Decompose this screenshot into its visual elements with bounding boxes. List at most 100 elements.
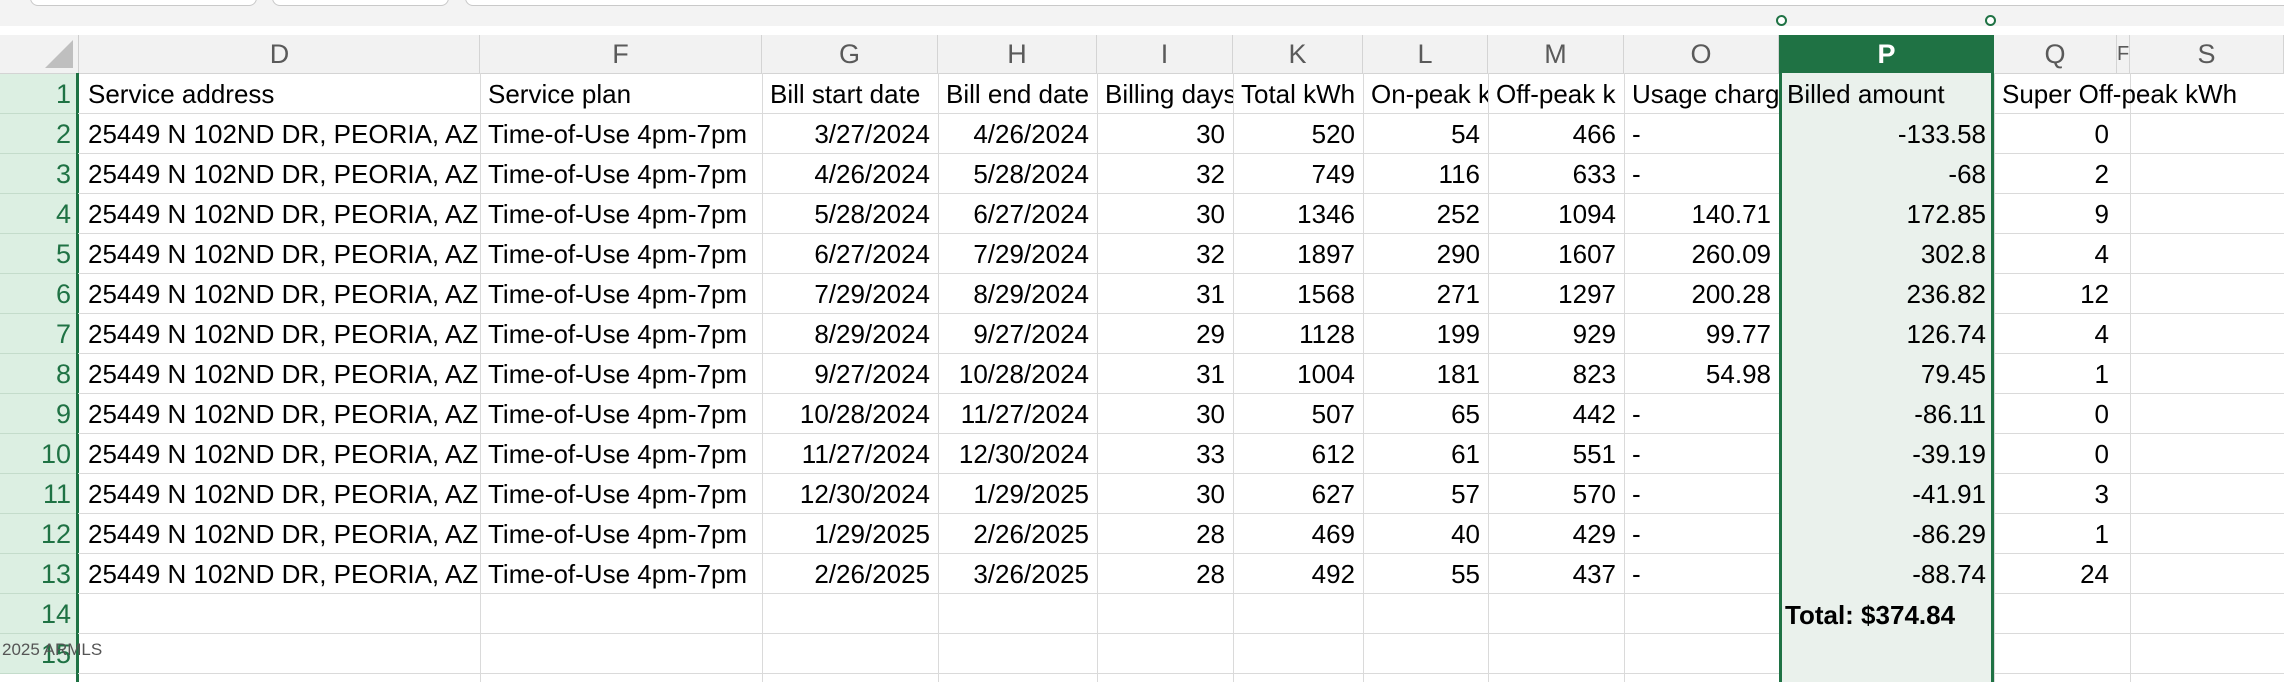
cell-billing-days[interactable]: 28 <box>1097 554 1233 594</box>
column-header-f[interactable]: F <box>2117 35 2130 73</box>
cell-service-address[interactable]: 25449 N 102ND DR, PEORIA, AZ, <box>80 154 480 194</box>
cell-bill-start-date[interactable]: 11/27/2024 <box>762 434 938 474</box>
row-header-1[interactable]: 1 <box>0 74 78 114</box>
cell-on-peak-kwh[interactable]: 54 <box>1363 114 1488 154</box>
cell-bill-start-date[interactable]: 12/30/2024 <box>762 474 938 514</box>
cell-on-peak-kwh[interactable]: 290 <box>1363 234 1488 274</box>
cell-off-peak-kwh[interactable]: 570 <box>1488 474 1624 514</box>
cell-bill-start-date[interactable]: 5/28/2024 <box>762 194 938 234</box>
cell-off-peak-kwh[interactable]: 1297 <box>1488 274 1624 314</box>
cell-bill-start-date[interactable]: 8/29/2024 <box>762 314 938 354</box>
cell-service-plan[interactable]: Time-of-Use 4pm-7pm <box>480 114 762 154</box>
cell-service-plan[interactable]: Time-of-Use 4pm-7pm <box>480 194 762 234</box>
column-header-d[interactable]: D <box>80 35 480 73</box>
column-header-h[interactable]: H <box>938 35 1097 73</box>
header-cell-bill-start-date[interactable]: Bill start date <box>762 74 938 114</box>
column-header-k[interactable]: K <box>1233 35 1363 73</box>
cell-super-off-peak-kwh[interactable]: 0 <box>1994 114 2117 154</box>
cell-service-address[interactable]: 25449 N 102ND DR, PEORIA, AZ, <box>80 314 480 354</box>
cell-billing-days[interactable]: 32 <box>1097 154 1233 194</box>
cell-billing-days[interactable]: 32 <box>1097 234 1233 274</box>
header-cell-bill-end-date[interactable]: Bill end date <box>938 74 1097 114</box>
row-header-13[interactable]: 13 <box>0 554 78 594</box>
column-header-q[interactable]: Q <box>1994 35 2117 73</box>
cell-billing-days[interactable]: 29 <box>1097 314 1233 354</box>
cell-service-address[interactable]: 25449 N 102ND DR, PEORIA, AZ, <box>80 114 480 154</box>
cell-bill-end-date[interactable]: 4/26/2024 <box>938 114 1097 154</box>
column-header-f[interactable]: F <box>480 35 762 73</box>
cell-billed-amount[interactable]: -133.58 <box>1779 114 1994 154</box>
cell-bill-end-date[interactable]: 8/29/2024 <box>938 274 1097 314</box>
cell-billed-amount[interactable]: -39.19 <box>1779 434 1994 474</box>
cell-bill-start-date[interactable]: 7/29/2024 <box>762 274 938 314</box>
cell-billed-amount[interactable]: 79.45 <box>1779 354 1994 394</box>
cell-total-kwh[interactable]: 1568 <box>1233 274 1363 314</box>
selection-handle-right[interactable] <box>1985 15 1996 26</box>
cell-service-address[interactable]: 25449 N 102ND DR, PEORIA, AZ, <box>80 274 480 314</box>
row-header-5[interactable]: 5 <box>0 234 78 274</box>
cell-bill-end-date[interactable]: 1/29/2025 <box>938 474 1097 514</box>
cell-total-kwh[interactable]: 507 <box>1233 394 1363 434</box>
cell-total-kwh[interactable]: 520 <box>1233 114 1363 154</box>
cell-usage-charge[interactable]: - <box>1624 154 1779 194</box>
cell-billed-amount[interactable]: -88.74 <box>1779 554 1994 594</box>
column-header-s[interactable]: S <box>2130 35 2284 73</box>
cell-on-peak-kwh[interactable]: 61 <box>1363 434 1488 474</box>
cell-service-plan[interactable]: Time-of-Use 4pm-7pm <box>480 274 762 314</box>
cell-billed-amount[interactable]: -68 <box>1779 154 1994 194</box>
cell-billing-days[interactable]: 30 <box>1097 114 1233 154</box>
cell-usage-charge[interactable]: 260.09 <box>1624 234 1779 274</box>
cell-service-address[interactable]: 25449 N 102ND DR, PEORIA, AZ, <box>80 514 480 554</box>
cell-usage-charge[interactable]: - <box>1624 434 1779 474</box>
cell-billing-days[interactable]: 31 <box>1097 274 1233 314</box>
cell-super-off-peak-kwh[interactable]: 4 <box>1994 234 2117 274</box>
row-header-7[interactable]: 7 <box>0 314 78 354</box>
cell-billed-amount[interactable]: 126.74 <box>1779 314 1994 354</box>
cell-bill-end-date[interactable]: 3/26/2025 <box>938 554 1097 594</box>
cell-total-kwh[interactable]: 1346 <box>1233 194 1363 234</box>
cell-off-peak-kwh[interactable]: 551 <box>1488 434 1624 474</box>
cell-total-kwh[interactable]: 469 <box>1233 514 1363 554</box>
cell-on-peak-kwh[interactable]: 199 <box>1363 314 1488 354</box>
cell-off-peak-kwh[interactable]: 429 <box>1488 514 1624 554</box>
cell-bill-end-date[interactable]: 7/29/2024 <box>938 234 1097 274</box>
cell-total-kwh[interactable]: 612 <box>1233 434 1363 474</box>
cell-bill-end-date[interactable]: 2/26/2025 <box>938 514 1097 554</box>
toolbar-dropdown[interactable] <box>272 0 449 6</box>
header-cell-billing-days[interactable]: Billing days <box>1097 74 1233 114</box>
cell-super-off-peak-kwh[interactable]: 24 <box>1994 554 2117 594</box>
cell-on-peak-kwh[interactable]: 252 <box>1363 194 1488 234</box>
cell-usage-charge[interactable]: - <box>1624 514 1779 554</box>
column-header-m[interactable]: M <box>1488 35 1624 73</box>
cell-super-off-peak-kwh[interactable]: 3 <box>1994 474 2117 514</box>
cell-billing-days[interactable]: 33 <box>1097 434 1233 474</box>
column-header-o[interactable]: O <box>1624 35 1779 73</box>
cell-usage-charge[interactable]: 54.98 <box>1624 354 1779 394</box>
cell-off-peak-kwh[interactable]: 633 <box>1488 154 1624 194</box>
cell-service-address[interactable]: 25449 N 102ND DR, PEORIA, AZ, <box>80 354 480 394</box>
cell-billing-days[interactable]: 30 <box>1097 194 1233 234</box>
cell-billed-amount[interactable]: 172.85 <box>1779 194 1994 234</box>
cell-off-peak-kwh[interactable]: 1607 <box>1488 234 1624 274</box>
header-cell-off-peak-kwh[interactable]: Off-peak k <box>1488 74 1624 114</box>
cell-service-plan[interactable]: Time-of-Use 4pm-7pm <box>480 474 762 514</box>
column-header-g[interactable]: G <box>762 35 938 73</box>
cell-off-peak-kwh[interactable]: 442 <box>1488 394 1624 434</box>
row-header-9[interactable]: 9 <box>0 394 78 434</box>
row-header-2[interactable]: 2 <box>0 114 78 154</box>
cell-billing-days[interactable]: 30 <box>1097 474 1233 514</box>
cell-total-kwh[interactable]: 1004 <box>1233 354 1363 394</box>
cell-on-peak-kwh[interactable]: 40 <box>1363 514 1488 554</box>
cell-billed-amount[interactable]: -86.29 <box>1779 514 1994 554</box>
cell-super-off-peak-kwh[interactable]: 12 <box>1994 274 2117 314</box>
cell-off-peak-kwh[interactable]: 823 <box>1488 354 1624 394</box>
selection-handle-left[interactable] <box>1776 15 1787 26</box>
cell-bill-end-date[interactable]: 6/27/2024 <box>938 194 1097 234</box>
cell-usage-charge[interactable]: - <box>1624 474 1779 514</box>
cell-service-plan[interactable]: Time-of-Use 4pm-7pm <box>480 234 762 274</box>
cell-service-plan[interactable]: Time-of-Use 4pm-7pm <box>480 154 762 194</box>
cell-usage-charge[interactable]: 200.28 <box>1624 274 1779 314</box>
cell-total-kwh[interactable]: 492 <box>1233 554 1363 594</box>
cell-bill-start-date[interactable]: 9/27/2024 <box>762 354 938 394</box>
row-header-11[interactable]: 11 <box>0 474 78 514</box>
